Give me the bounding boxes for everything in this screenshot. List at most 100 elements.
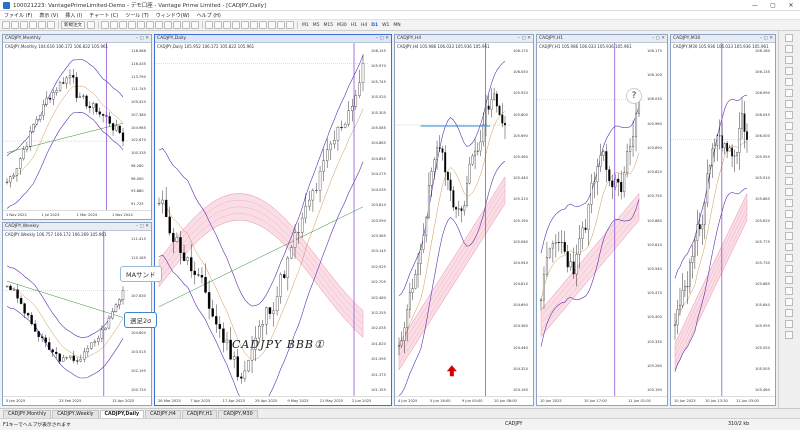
mailbox-icon[interactable] [785, 199, 793, 207]
candle [696, 224, 699, 242]
window-controls[interactable]: – ▢ ✕ [760, 36, 773, 41]
profiles-icon[interactable] [11, 21, 19, 29]
calendar-icon[interactable] [785, 177, 793, 185]
timeframe-h4[interactable]: H4 [361, 23, 367, 28]
timeframe-m15[interactable]: M15 [324, 23, 334, 28]
objects-icon[interactable] [785, 56, 793, 64]
window-controls[interactable]: – ▢ ✕ [136, 36, 149, 41]
grid-icon[interactable] [785, 67, 793, 75]
price-tick: 91.725 [131, 202, 144, 206]
market-watch-icon[interactable] [20, 21, 28, 29]
alerts-icon[interactable] [785, 144, 793, 152]
menu-window[interactable]: ウィンドウ(W) [156, 12, 190, 19]
tab-m30[interactable]: CADJPY,M30 [218, 410, 258, 418]
fibonacci-icon[interactable] [259, 21, 267, 29]
window-controls[interactable]: – ▢ ✕ [652, 36, 665, 41]
timeframe-m30[interactable]: M30 [337, 23, 347, 28]
arrows-icon[interactable] [286, 21, 294, 29]
trendline-icon[interactable] [241, 21, 249, 29]
close-button[interactable]: ✕ [782, 0, 800, 11]
news-icon[interactable] [785, 188, 793, 196]
candlestick-icon[interactable] [110, 21, 118, 29]
menu-view[interactable]: 表示 (V) [39, 12, 58, 19]
market-icon[interactable] [785, 166, 793, 174]
indicators-icon[interactable] [173, 21, 181, 29]
menu-chart[interactable]: チャート (C) [89, 12, 118, 19]
print-icon[interactable] [785, 122, 793, 130]
templates-icon[interactable] [191, 21, 199, 29]
toolbox-icon[interactable] [785, 298, 793, 306]
volume-icon[interactable] [785, 78, 793, 86]
candle [713, 145, 716, 150]
menu-tools[interactable]: ツール (T) [125, 12, 149, 19]
save-image-icon[interactable] [785, 111, 793, 119]
history-icon[interactable] [785, 133, 793, 141]
tab-h4[interactable]: CADJPY,H4 [145, 410, 181, 418]
navigator-icon[interactable] [29, 21, 37, 29]
autoscroll-icon[interactable] [155, 21, 163, 29]
text-label-icon[interactable] [277, 21, 285, 29]
line-chart-icon[interactable] [119, 21, 127, 29]
tab-monthly[interactable]: CADJPY,Monthly [3, 410, 52, 418]
strategy-icon[interactable] [785, 309, 793, 317]
chart-window-h1[interactable]: CADJPY,H1– ▢ ✕ CADJPY,H1 105.986 106.033… [536, 34, 668, 406]
zoom-in-icon[interactable] [128, 21, 136, 29]
timeframe-m5[interactable]: M5 [313, 23, 320, 28]
menu-help[interactable]: ヘルプ (H) [197, 12, 221, 19]
window-controls[interactable]: – ▢ ✕ [518, 36, 531, 41]
window-controls[interactable]: – ▢ ✕ [376, 36, 389, 41]
search-icon[interactable] [785, 265, 793, 273]
help-icon[interactable] [785, 287, 793, 295]
indicator-list-icon[interactable] [785, 100, 793, 108]
exit-icon[interactable] [785, 331, 793, 339]
chart-shift-icon[interactable] [164, 21, 172, 29]
tab-h1[interactable]: CADJPY,H1 [181, 410, 218, 418]
menu-insert[interactable]: 挿入 (I) [65, 12, 82, 19]
tile-windows-icon[interactable] [146, 21, 154, 29]
chart-window-m30[interactable]: CADJPY,M30– ▢ ✕ CADJPY,M30 105.936 106.0… [670, 34, 776, 406]
channel-icon[interactable] [250, 21, 258, 29]
tester-icon[interactable] [47, 21, 55, 29]
bar-chart-icon[interactable] [101, 21, 109, 29]
tester-strip-icon[interactable] [785, 320, 793, 328]
journal-icon[interactable] [785, 210, 793, 218]
terminal-icon[interactable] [38, 21, 46, 29]
horizontal-line-icon[interactable] [232, 21, 240, 29]
new-chart-icon[interactable] [2, 21, 10, 29]
scroll-end-icon[interactable] [785, 34, 793, 42]
code-base-icon[interactable] [785, 232, 793, 240]
tab-daily[interactable]: CADJPY,Daily [99, 410, 145, 418]
settings-icon[interactable] [785, 45, 793, 53]
timeframe-m1[interactable]: M1 [302, 23, 309, 28]
crosshair-icon[interactable] [214, 21, 222, 29]
status-symbol: CADJPY [505, 422, 523, 427]
candle [701, 224, 704, 230]
account-icon[interactable] [785, 276, 793, 284]
new-order-button[interactable]: 新規注文 [61, 21, 85, 29]
timeframe-d1[interactable]: D1 [371, 23, 378, 28]
timeframe-mn[interactable]: MN [393, 23, 400, 28]
timeframe-h1[interactable]: H1 [351, 23, 357, 28]
chart-window-h4[interactable]: CADJPY,H4– ▢ ✕ CADJPY,H4 105.986 106.033… [394, 34, 534, 406]
menu-file[interactable]: ファイル (F) [4, 12, 32, 19]
candle [611, 180, 614, 188]
properties-icon[interactable] [785, 89, 793, 97]
tab-weekly[interactable]: CADJPY,Weekly [52, 410, 99, 418]
maximize-button[interactable]: ▢ [764, 0, 782, 11]
vps-icon[interactable] [785, 243, 793, 251]
chart-window-monthly[interactable]: CADJPY,Monthly – ▢ ✕ CADJPY,Monthly 104.6… [2, 34, 152, 220]
vertical-line-icon[interactable] [223, 21, 231, 29]
window-controls[interactable]: – ▢ ✕ [136, 224, 149, 229]
chat-icon[interactable] [785, 254, 793, 262]
minimize-button[interactable]: — [746, 0, 764, 11]
zoom-out-icon[interactable] [137, 21, 145, 29]
period-icon[interactable] [182, 21, 190, 29]
autotrading-icon[interactable] [87, 21, 95, 29]
experts-icon[interactable] [785, 221, 793, 229]
candle [476, 150, 479, 152]
date-tick: 9 Jun 00:00 [462, 399, 483, 403]
cursor-icon[interactable] [205, 21, 213, 29]
timeframe-w1[interactable]: W1 [382, 23, 389, 28]
text-icon[interactable] [268, 21, 276, 29]
signals-icon[interactable] [785, 155, 793, 163]
